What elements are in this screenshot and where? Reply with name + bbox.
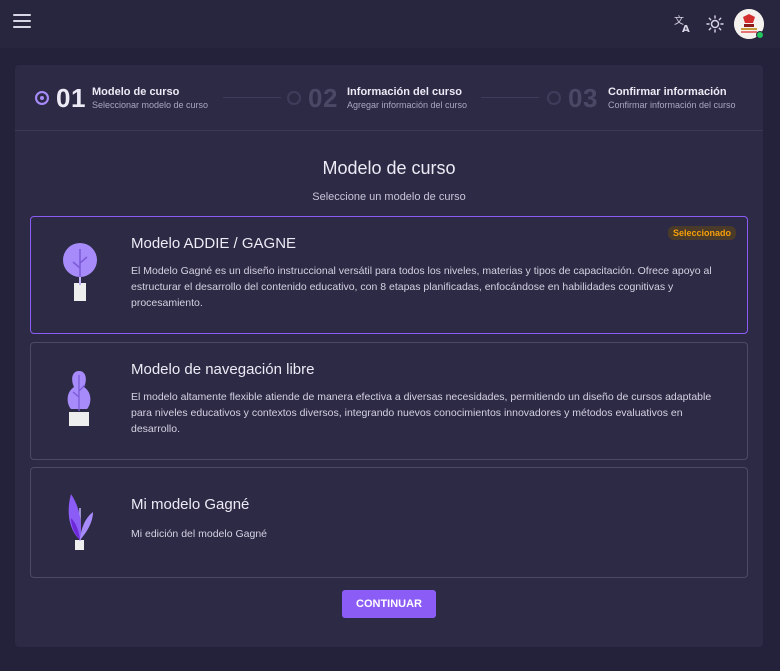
step-subtitle: Seleccionar modelo de curso: [92, 100, 209, 110]
step-connector: [223, 97, 281, 98]
round-tree-icon: [59, 241, 103, 311]
step-indicator-icon: [547, 91, 561, 105]
course-model-card-free-navigation[interactable]: Modelo de navegación libre El modelo alt…: [30, 342, 748, 460]
step-title: Información del curso: [347, 86, 462, 98]
potted-plant-icon: [59, 365, 103, 435]
course-wizard-panel: 01 Modelo de curso Seleccionar modelo de…: [15, 65, 763, 647]
step-title: Confirmar información: [608, 86, 727, 98]
translate-icon[interactable]: 文 A: [673, 14, 693, 35]
card-description: El Modelo Gagné es un diseño instruccion…: [131, 265, 712, 309]
step-subtitle: Confirmar información del curso: [608, 100, 736, 110]
step-connector: [481, 97, 539, 98]
top-bar: 文 A: [0, 0, 780, 48]
online-status-indicator: [756, 31, 764, 39]
card-title: Modelo de navegación libre: [131, 361, 315, 378]
leaf-plant-icon: [59, 488, 103, 558]
svg-text:A: A: [682, 24, 690, 34]
page-title: Modelo de curso: [322, 158, 456, 178]
step-indicator-icon: [287, 91, 301, 105]
step-subtitle: Agregar información del curso: [347, 100, 468, 110]
selected-badge: Seleccionado: [667, 226, 736, 240]
course-model-card-addie[interactable]: Modelo ADDIE / GAGNE El Modelo Gagné es …: [30, 216, 748, 334]
card-title: Modelo ADDIE / GAGNE: [131, 235, 297, 252]
step-number: 03: [568, 83, 598, 113]
card-description: El modelo altamente flexible atiende de …: [131, 391, 712, 435]
step-title: Modelo de curso: [92, 86, 180, 98]
sun-icon[interactable]: [705, 14, 725, 34]
menu-icon[interactable]: [13, 14, 31, 32]
course-model-card-my-gagne[interactable]: Mi modelo Gagné Mi edición del modelo Ga…: [30, 467, 748, 578]
step-number: 01: [56, 83, 86, 113]
continue-button[interactable]: CONTINUAR: [342, 590, 436, 618]
card-description: Mi edición del modelo Gagné: [131, 528, 267, 540]
page-subtitle: Seleccione un modelo de curso: [312, 191, 466, 203]
stepper: 01 Modelo de curso Seleccionar modelo de…: [15, 65, 763, 131]
card-title: Mi modelo Gagné: [131, 496, 250, 513]
step-indicator-icon: [35, 91, 49, 105]
step-number: 02: [308, 83, 338, 113]
